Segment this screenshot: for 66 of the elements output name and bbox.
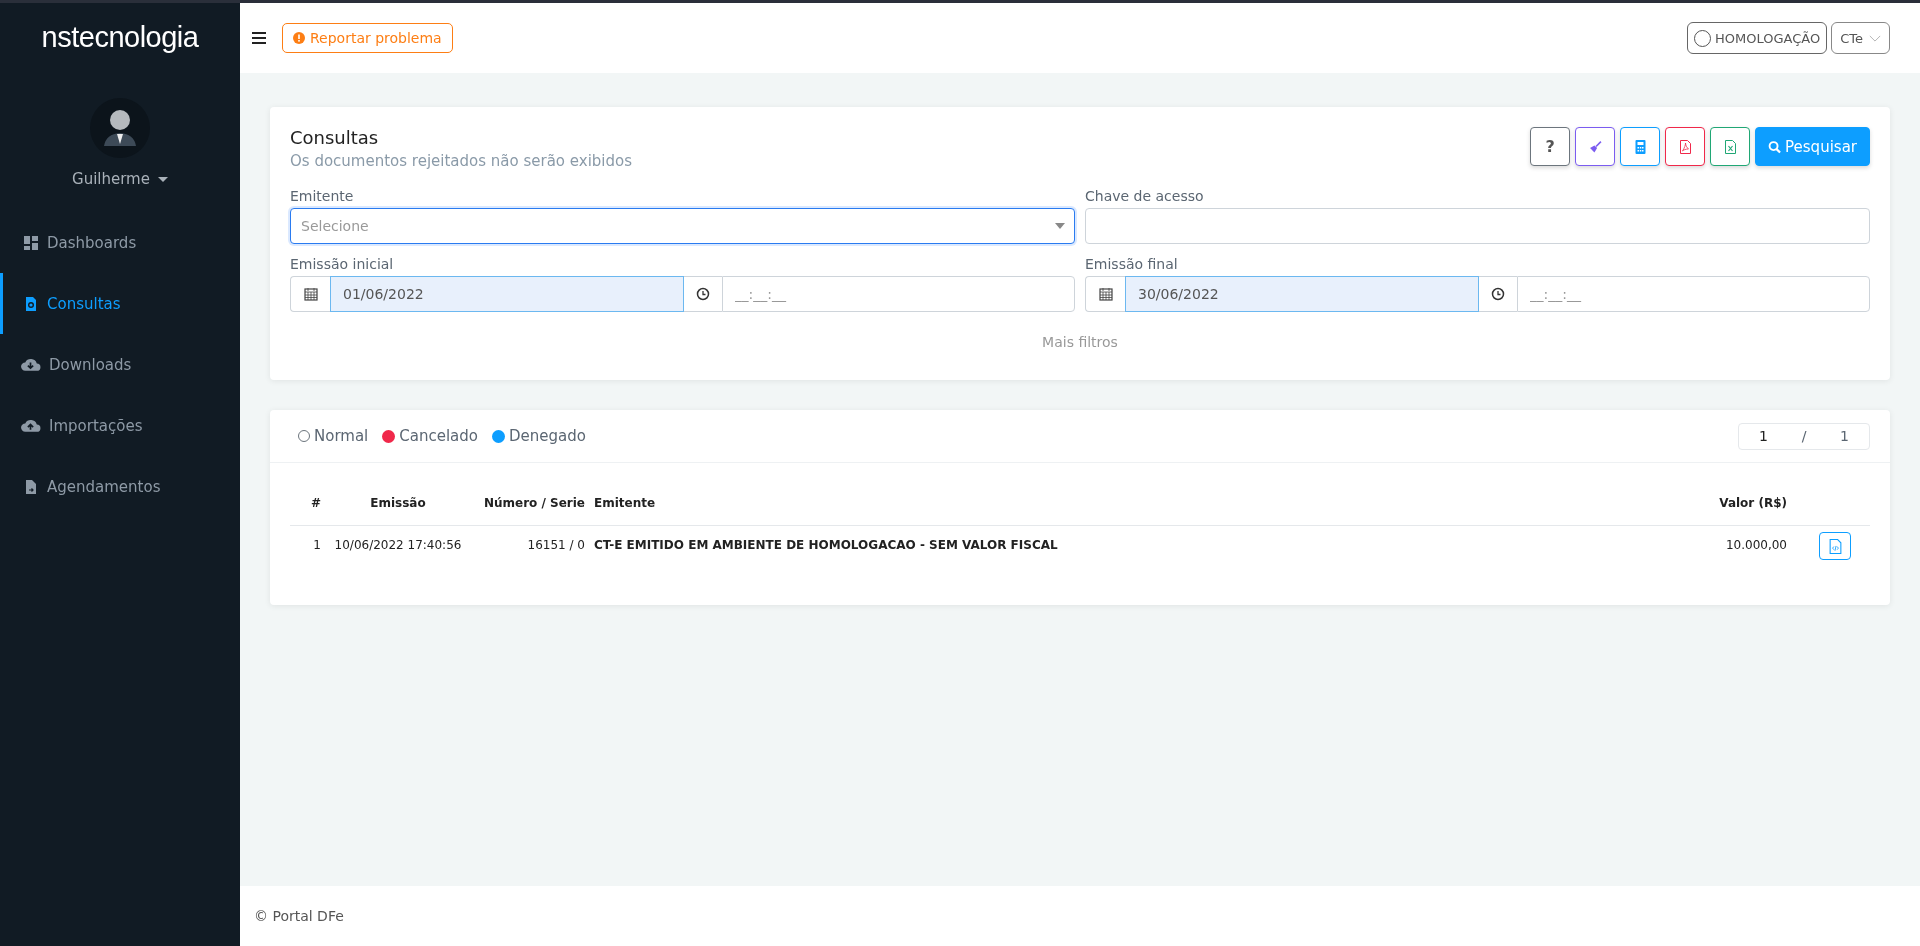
file-icon xyxy=(23,478,39,495)
table-cell: CT-E EMITIDO EM AMBIENTE DE HOMOLOGACAO - SEM VALOR FISCAL xyxy=(586,525,1706,575)
footer-text: © Portal DFe xyxy=(240,886,1920,946)
menu-icon[interactable] xyxy=(252,32,266,44)
calendar-icon xyxy=(1098,287,1113,301)
card-subtitle: Os documentos rejeitados não serão exibidos xyxy=(290,152,633,170)
column-header: Emissão xyxy=(322,481,474,526)
document-type-dropdown[interactable]: CTe xyxy=(1831,22,1890,54)
sidebar-item[interactable]: Dashboards xyxy=(0,212,240,273)
calendar-addon[interactable] xyxy=(1085,276,1125,312)
logo: nstecnologia xyxy=(41,21,199,54)
field-label: Emissão final xyxy=(1085,256,1179,272)
table-cell: 1 xyxy=(290,525,322,575)
xml-button[interactable] xyxy=(1819,532,1851,560)
clock-addon[interactable] xyxy=(683,276,722,312)
sidebar-item[interactable]: Downloads xyxy=(0,334,240,395)
broom-icon xyxy=(1588,139,1602,154)
chevron-down-icon xyxy=(1869,34,1881,42)
access-key-field[interactable] xyxy=(1085,208,1870,244)
environment-toggle[interactable]: HOMOLOGAÇÃO xyxy=(1687,22,1828,54)
calendar-icon xyxy=(303,287,318,301)
document-search-icon xyxy=(23,295,39,312)
calculator-icon xyxy=(1633,139,1647,154)
legend-label: Normal xyxy=(314,427,369,445)
table-cell: 10/06/2022 17:40:56 xyxy=(322,525,474,575)
emitente-select[interactable]: Selecione xyxy=(290,208,1075,244)
clock-icon xyxy=(695,287,710,301)
excel-button[interactable] xyxy=(1710,127,1751,166)
clock-icon xyxy=(1490,287,1505,301)
date-field[interactable]: 30/06/2022 xyxy=(1125,276,1479,312)
clock-addon[interactable] xyxy=(1478,276,1517,312)
excel-file-icon xyxy=(1723,139,1737,154)
page-indicator: 1 / 1 xyxy=(1738,422,1870,450)
card-title: Consultas xyxy=(290,127,380,148)
field-label: Emitente xyxy=(290,188,355,204)
help-button[interactable]: ? xyxy=(1530,127,1571,166)
column-header: Emitente xyxy=(586,481,1706,526)
column-header: Número / Serie xyxy=(474,481,586,526)
table-cell: 10.000,00 xyxy=(1706,525,1788,575)
date-field[interactable]: 01/06/2022 xyxy=(330,276,684,312)
dropdown-caret-icon xyxy=(1055,223,1065,229)
user-menu[interactable]: Guilherme xyxy=(72,170,168,188)
clear-button[interactable] xyxy=(1575,127,1616,166)
cloud-upload-icon xyxy=(20,418,41,433)
field-label: Chave de acesso xyxy=(1085,188,1205,204)
caret-icon xyxy=(157,176,168,182)
pdf-button[interactable] xyxy=(1665,127,1706,166)
sidebar-item[interactable]: Importações xyxy=(0,395,240,456)
search-icon xyxy=(1768,139,1782,154)
time-field[interactable]: __:__:__ xyxy=(721,276,1075,312)
cloud-download-icon xyxy=(20,357,41,372)
calendar-addon[interactable] xyxy=(290,276,330,312)
alert-icon xyxy=(293,32,305,44)
code-file-icon xyxy=(1828,538,1842,554)
pdf-file-icon xyxy=(1678,139,1692,154)
column-header: Valor (R$) xyxy=(1706,481,1788,526)
column-header: # xyxy=(290,481,322,526)
table-cell: 16151 / 0 xyxy=(474,525,586,575)
legend-label: Denegado xyxy=(509,427,586,445)
avatar-silhouette-icon xyxy=(90,98,150,158)
legend-label: Cancelado xyxy=(399,427,478,445)
dashboard-icon xyxy=(23,234,39,251)
calculator-button[interactable] xyxy=(1620,127,1661,166)
time-field[interactable]: __:__:__ xyxy=(1516,276,1870,312)
field-label: Emissão inicial xyxy=(290,256,395,272)
sidebar-item[interactable]: Agendamentos xyxy=(0,456,240,517)
